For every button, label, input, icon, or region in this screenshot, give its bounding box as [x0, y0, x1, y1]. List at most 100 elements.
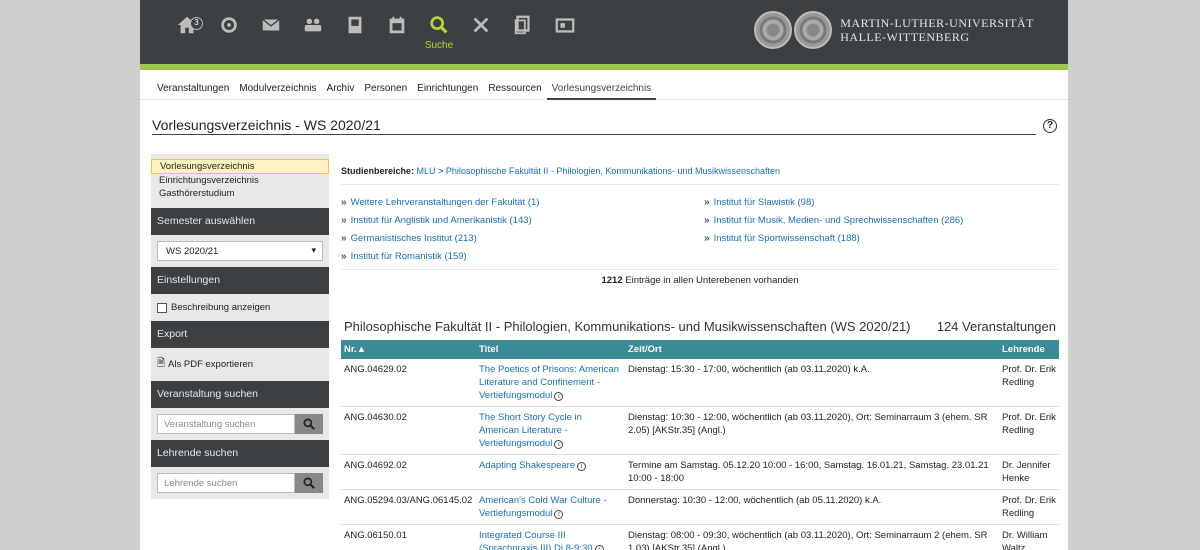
semester-heading: Semester auswählen — [151, 208, 329, 235]
institute-link[interactable]: » Germanistisches Institut (213) — [341, 229, 704, 247]
double-chevron-icon: » — [704, 196, 710, 208]
table-row: ANG.04692.02 Adapting Shakespeare i Termi… — [341, 454, 1059, 490]
semester-select[interactable]: WS 2020/21 ▾ — [157, 241, 323, 261]
profile-icon[interactable] — [334, 14, 376, 60]
semester-box: WS 2020/21 ▾ — [151, 235, 329, 267]
show-description-checkbox[interactable] — [157, 302, 167, 313]
export-heading: Export — [151, 321, 329, 348]
institute-list: » Weitere Lehrveranstaltungen der Fakultä… — [341, 185, 1059, 270]
tab-personen[interactable]: Personen — [359, 70, 412, 100]
people-icon[interactable] — [292, 14, 334, 60]
show-description-toggle[interactable]: Beschreibung anzeigen — [157, 300, 323, 315]
university-name: MARTIN-LUTHER-UNIVERSITÄT HALLE-WITTENBE… — [840, 16, 1034, 44]
section-title: Philosophische Fakultät II - Philologien… — [344, 319, 911, 334]
info-icon[interactable]: i — [554, 392, 564, 401]
col-zeit[interactable]: Zeit/Ort — [625, 340, 999, 359]
double-chevron-icon: » — [704, 214, 710, 226]
institute-link[interactable]: » Institut für Romanistik (159) — [341, 247, 704, 265]
home-icon[interactable]: 3 — [166, 14, 208, 60]
info-icon[interactable]: i — [554, 510, 564, 519]
calendar-icon[interactable] — [376, 14, 418, 60]
export-pdf-link[interactable]: 🗎 Als PDF exportieren — [157, 354, 323, 375]
notification-badge: 3 — [190, 17, 203, 30]
university-seal-icon — [754, 11, 793, 49]
university-logo[interactable]: MARTIN-LUTHER-UNIVERSITÄT HALLE-WITTENBE… — [754, 11, 1034, 49]
search-icon[interactable]: Suche — [418, 14, 460, 60]
sidebar-item-vorlesungsverzeichnis[interactable]: Vorlesungsverzeichnis — [151, 159, 329, 174]
course-search-heading: Veranstaltung suchen — [151, 381, 329, 408]
sidebar-item-gasthoererstudium[interactable]: Gasthörerstudium — [151, 187, 329, 200]
university-seal-icon-2 — [794, 11, 833, 49]
tools-icon[interactable] — [460, 14, 502, 60]
double-chevron-icon: » — [341, 250, 347, 262]
double-chevron-icon: » — [341, 214, 347, 226]
course-link[interactable]: The Poetics of Prisons: American Literat… — [479, 364, 619, 401]
sidebar-links: Vorlesungsverzeichnis Einrichtungsverzei… — [151, 154, 329, 208]
documents-icon[interactable] — [502, 14, 544, 60]
course-table: Nr.▲ Titel Zeit/Ort Lehrende ANG.04629.0… — [341, 340, 1059, 550]
page: 3 Suche MARTIN-LUTHER-UNIVERSITÄT HALLE-… — [140, 0, 1068, 550]
teacher-search-box: Lehrende suchen — [151, 467, 329, 499]
search-icon — [303, 477, 315, 489]
history-icon[interactable] — [208, 14, 250, 60]
col-titel[interactable]: Titel — [476, 340, 625, 359]
course-link[interactable]: The Short Story Cycle in American Litera… — [479, 412, 582, 449]
sub-nav-tabs: Veranstaltungen Modulverzeichnis Archiv … — [140, 70, 1068, 100]
col-lehrende[interactable]: Lehrende — [999, 340, 1059, 359]
page-title: Vorlesungsverzeichnis - WS 2020/21 — [152, 117, 381, 133]
table-row: ANG.04629.02 The Poetics of Prisons: Ame… — [341, 359, 1059, 407]
course-search-box: Veranstaltung suchen — [151, 408, 329, 440]
tab-archiv[interactable]: Archiv — [322, 70, 360, 100]
course-search-input[interactable]: Veranstaltung suchen — [157, 414, 295, 434]
settings-heading: Einstellungen — [151, 267, 329, 294]
double-chevron-icon: » — [341, 196, 347, 208]
breadcrumb: Studienbereiche: MLU > Philosophische Fa… — [341, 160, 1059, 185]
table-row: ANG.05294.03/ANG.06145.02 American's Col… — [341, 489, 1059, 525]
top-header: 3 Suche MARTIN-LUTHER-UNIVERSITÄT HALLE-… — [140, 0, 1068, 64]
institute-link[interactable]: » Weitere Lehrveranstaltungen der Fakultä… — [341, 193, 704, 211]
section-total: 124 Veranstaltungen — [936, 319, 1056, 334]
teacher-search-heading: Lehrende suchen — [151, 440, 329, 467]
sort-asc-icon: ▲ — [356, 344, 367, 355]
entry-count: 1212 Einträge in allen Unterebenen vorha… — [601, 275, 799, 286]
title-row: Vorlesungsverzeichnis - WS 2020/21 — [152, 117, 1036, 135]
main-content: Studienbereiche: MLU > Philosophische Fa… — [341, 160, 1059, 550]
col-nr[interactable]: Nr.▲ — [341, 340, 476, 359]
section-heading: Philosophische Fakultät II - Philologien… — [341, 291, 1059, 340]
double-chevron-icon: » — [341, 232, 347, 244]
teacher-search-input[interactable]: Lehrende suchen — [157, 473, 295, 493]
pdf-icon: 🗎 — [157, 358, 166, 369]
export-box: 🗎 Als PDF exportieren — [151, 348, 329, 381]
course-link[interactable]: Adapting Shakespeare — [479, 460, 575, 471]
tab-veranstaltungen[interactable]: Veranstaltungen — [152, 70, 234, 100]
breadcrumb-mlu[interactable]: MLU — [417, 166, 436, 176]
help-icon[interactable]: ? — [1043, 119, 1057, 133]
course-link[interactable]: American's Cold War Culture - Vertiefung… — [479, 495, 607, 519]
course-link[interactable]: Integrated Course III (Sprachpraxis III)… — [479, 530, 593, 550]
institute-link[interactable]: » Institut für Sportwissenschaft (188) — [704, 229, 1059, 247]
tab-einrichtungen[interactable]: Einrichtungen — [412, 70, 483, 100]
settings-box: Beschreibung anzeigen — [151, 294, 329, 321]
teacher-search-button[interactable] — [295, 473, 323, 493]
tab-vorlesungsverzeichnis[interactable]: Vorlesungsverzeichnis — [546, 70, 657, 100]
chevron-down-icon: ▾ — [311, 245, 316, 255]
info-icon[interactable]: i — [554, 440, 564, 449]
resources-icon[interactable] — [544, 14, 586, 60]
institute-link[interactable]: » Institut für Musik, Medien- und Sprechw… — [704, 211, 1059, 229]
info-icon[interactable]: i — [577, 462, 587, 471]
info-icon[interactable]: i — [594, 545, 604, 550]
course-search-button[interactable] — [295, 414, 323, 434]
mail-icon[interactable] — [250, 14, 292, 60]
double-chevron-icon: » — [704, 232, 710, 244]
tab-ressourcen[interactable]: Ressourcen — [483, 70, 546, 100]
table-row: ANG.04630.02 The Short Story Cycle in Am… — [341, 406, 1059, 455]
search-icon — [303, 418, 315, 430]
breadcrumb-current[interactable]: Philosophische Fakultät II - Philologien… — [446, 166, 780, 176]
institute-link[interactable]: » Institut für Anglistik und Amerikanisti… — [341, 211, 704, 229]
main-nav: 3 Suche — [166, 14, 586, 60]
sidebar-item-einrichtungsverzeichnis[interactable]: Einrichtungsverzeichnis — [151, 174, 329, 187]
sidebar: Vorlesungsverzeichnis Einrichtungsverzei… — [151, 154, 329, 499]
institute-link[interactable]: » Institut für Slawistik (98) — [704, 193, 1059, 211]
table-row: ANG.06150.01 Integrated Course III (Spra… — [341, 524, 1059, 550]
tab-modulverzeichnis[interactable]: Modulverzeichnis — [234, 70, 321, 100]
